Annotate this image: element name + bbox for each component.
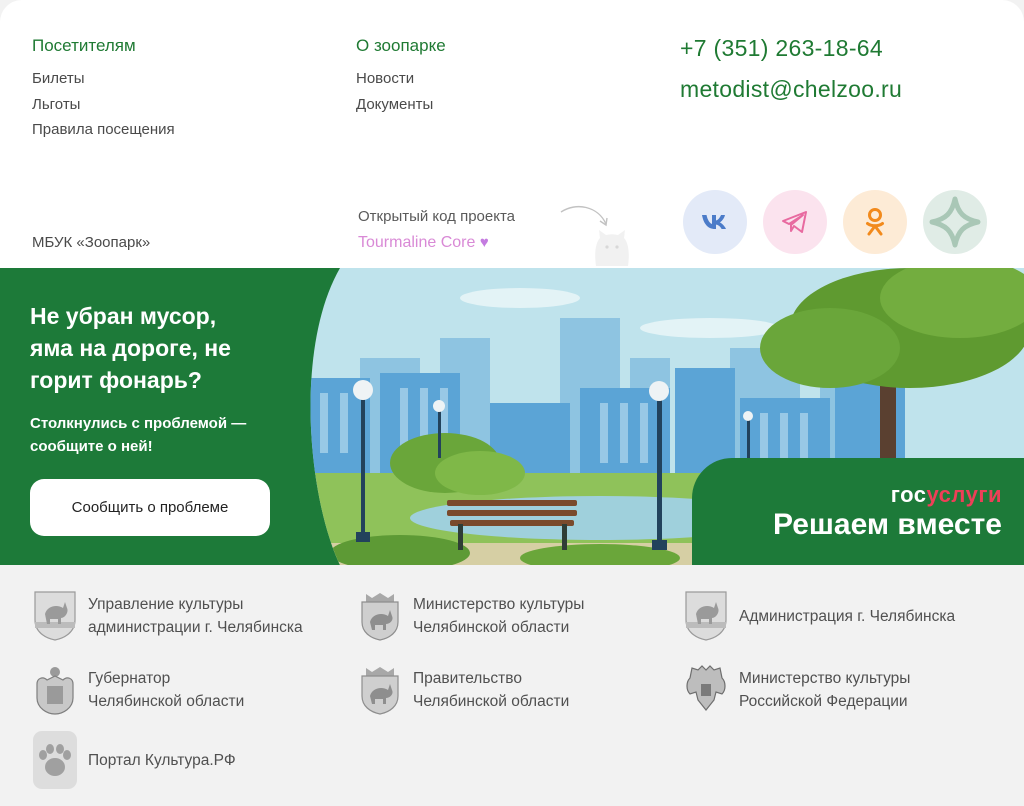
phone-link[interactable]: +7 (351) 263-18-64 xyxy=(680,33,902,64)
footer-card: Посетителям Билеты Льготы Правила посеще… xyxy=(0,0,1024,268)
heart-icon: ♥ xyxy=(479,234,489,251)
partner-name: Портал Культура.РФ xyxy=(88,751,236,769)
partners-section: Управление культуры администрации г. Чел… xyxy=(0,565,1024,806)
tourmaline-core-link[interactable]: Tourmaline Core ♥ xyxy=(358,232,489,254)
partner-name: Администрация г. Челябинска xyxy=(739,607,956,625)
max-button[interactable] xyxy=(923,190,987,254)
octocat-icon xyxy=(595,230,629,266)
chelyabinsk-oblast-coat-of-arms-icon xyxy=(357,664,403,716)
tickets-link[interactable]: Билеты xyxy=(32,66,175,92)
max-icon xyxy=(929,196,981,248)
org-name: МБУК «Зоопарк» xyxy=(32,234,151,251)
curved-arrow-icon xyxy=(560,205,608,227)
gosuslugi-logo-part2: услуги xyxy=(926,482,1002,507)
telegram-button[interactable] xyxy=(763,190,827,254)
email-link[interactable]: metodist@chelzoo.ru xyxy=(680,74,902,105)
open-source-block: Открытый код проекта Tourmaline Core ♥ xyxy=(358,207,515,254)
governor-coat-of-arms-icon xyxy=(32,664,78,716)
partner-name: Губернатор Челябинской области xyxy=(88,670,245,710)
tourmaline-core-text: Tourmaline Core xyxy=(358,234,476,251)
gosuslugi-slogan: Решаем вместе xyxy=(772,508,1002,541)
chelyabinsk-oblast-coat-of-arms-icon xyxy=(357,590,403,642)
telegram-icon xyxy=(782,211,807,233)
visitors-heading: Посетителям xyxy=(32,36,136,55)
vk-button[interactable] xyxy=(683,190,747,254)
vk-icon xyxy=(702,215,726,229)
chelyabinsk-coat-of-arms-icon xyxy=(683,590,729,642)
contacts: +7 (351) 263-18-64 metodist@chelzoo.ru xyxy=(680,33,902,105)
about-column: О зоопарке Новости Документы xyxy=(356,36,446,117)
gosuslugi-logo-part1: гос xyxy=(890,482,927,507)
partner-kultura-rf[interactable]: Портал Культура.РФ xyxy=(32,731,236,789)
page: Посетителям Билеты Льготы Правила посеще… xyxy=(0,0,1024,806)
partner-russian-culture-ministry[interactable]: Министерство культуры Российской Федерац… xyxy=(683,664,910,716)
about-heading: О зоопарке xyxy=(356,36,446,55)
partner-regional-culture-ministry[interactable]: Министерство культуры Челябинской област… xyxy=(357,590,584,642)
partner-regional-government[interactable]: Правительство Челябинской области xyxy=(357,664,569,716)
partner-city-administration[interactable]: Администрация г. Челябинска xyxy=(683,590,955,642)
odnoklassniki-button[interactable] xyxy=(843,190,907,254)
bear-paw-icon xyxy=(32,731,78,789)
social-links xyxy=(683,190,987,254)
documents-link[interactable]: Документы xyxy=(356,92,446,118)
partner-name: Министерство культуры Челябинской област… xyxy=(413,596,585,636)
report-problem-button[interactable]: Сообщить о проблеме xyxy=(30,479,270,536)
partner-name: Министерство культуры Российской Федерац… xyxy=(739,670,911,710)
banner-text: Не убран мусор, яма на дороге, не горит … xyxy=(30,300,290,458)
russia-eagle-icon xyxy=(683,664,729,716)
chelyabinsk-coat-of-arms-icon xyxy=(32,590,78,642)
visit-rules-link[interactable]: Правила посещения xyxy=(32,117,175,143)
gosuslugi-banner: Не убран мусор, яма на дороге, не горит … xyxy=(0,268,1024,565)
partner-governor[interactable]: Губернатор Челябинской области xyxy=(32,664,244,716)
partner-name: Управление культуры администрации г. Чел… xyxy=(88,596,303,636)
partner-culture-department[interactable]: Управление культуры администрации г. Чел… xyxy=(32,590,303,642)
news-link[interactable]: Новости xyxy=(356,66,446,92)
ok-icon xyxy=(866,208,884,236)
gosuslugi-badge: госуслуги Решаем вместе xyxy=(692,458,1024,565)
benefits-link[interactable]: Льготы xyxy=(32,92,175,118)
banner-title: Не убран мусор, яма на дороге, не горит … xyxy=(30,303,231,393)
gosuslugi-logo: госуслуги xyxy=(891,482,1002,508)
partner-name: Правительство Челябинской области xyxy=(413,670,570,710)
open-source-label: Открытый код проекта xyxy=(358,208,516,225)
banner-subtitle: Столкнулись с проблемой — сообщите о ней… xyxy=(30,415,247,455)
visitors-column: Посетителям Билеты Льготы Правила посеще… xyxy=(32,36,175,143)
